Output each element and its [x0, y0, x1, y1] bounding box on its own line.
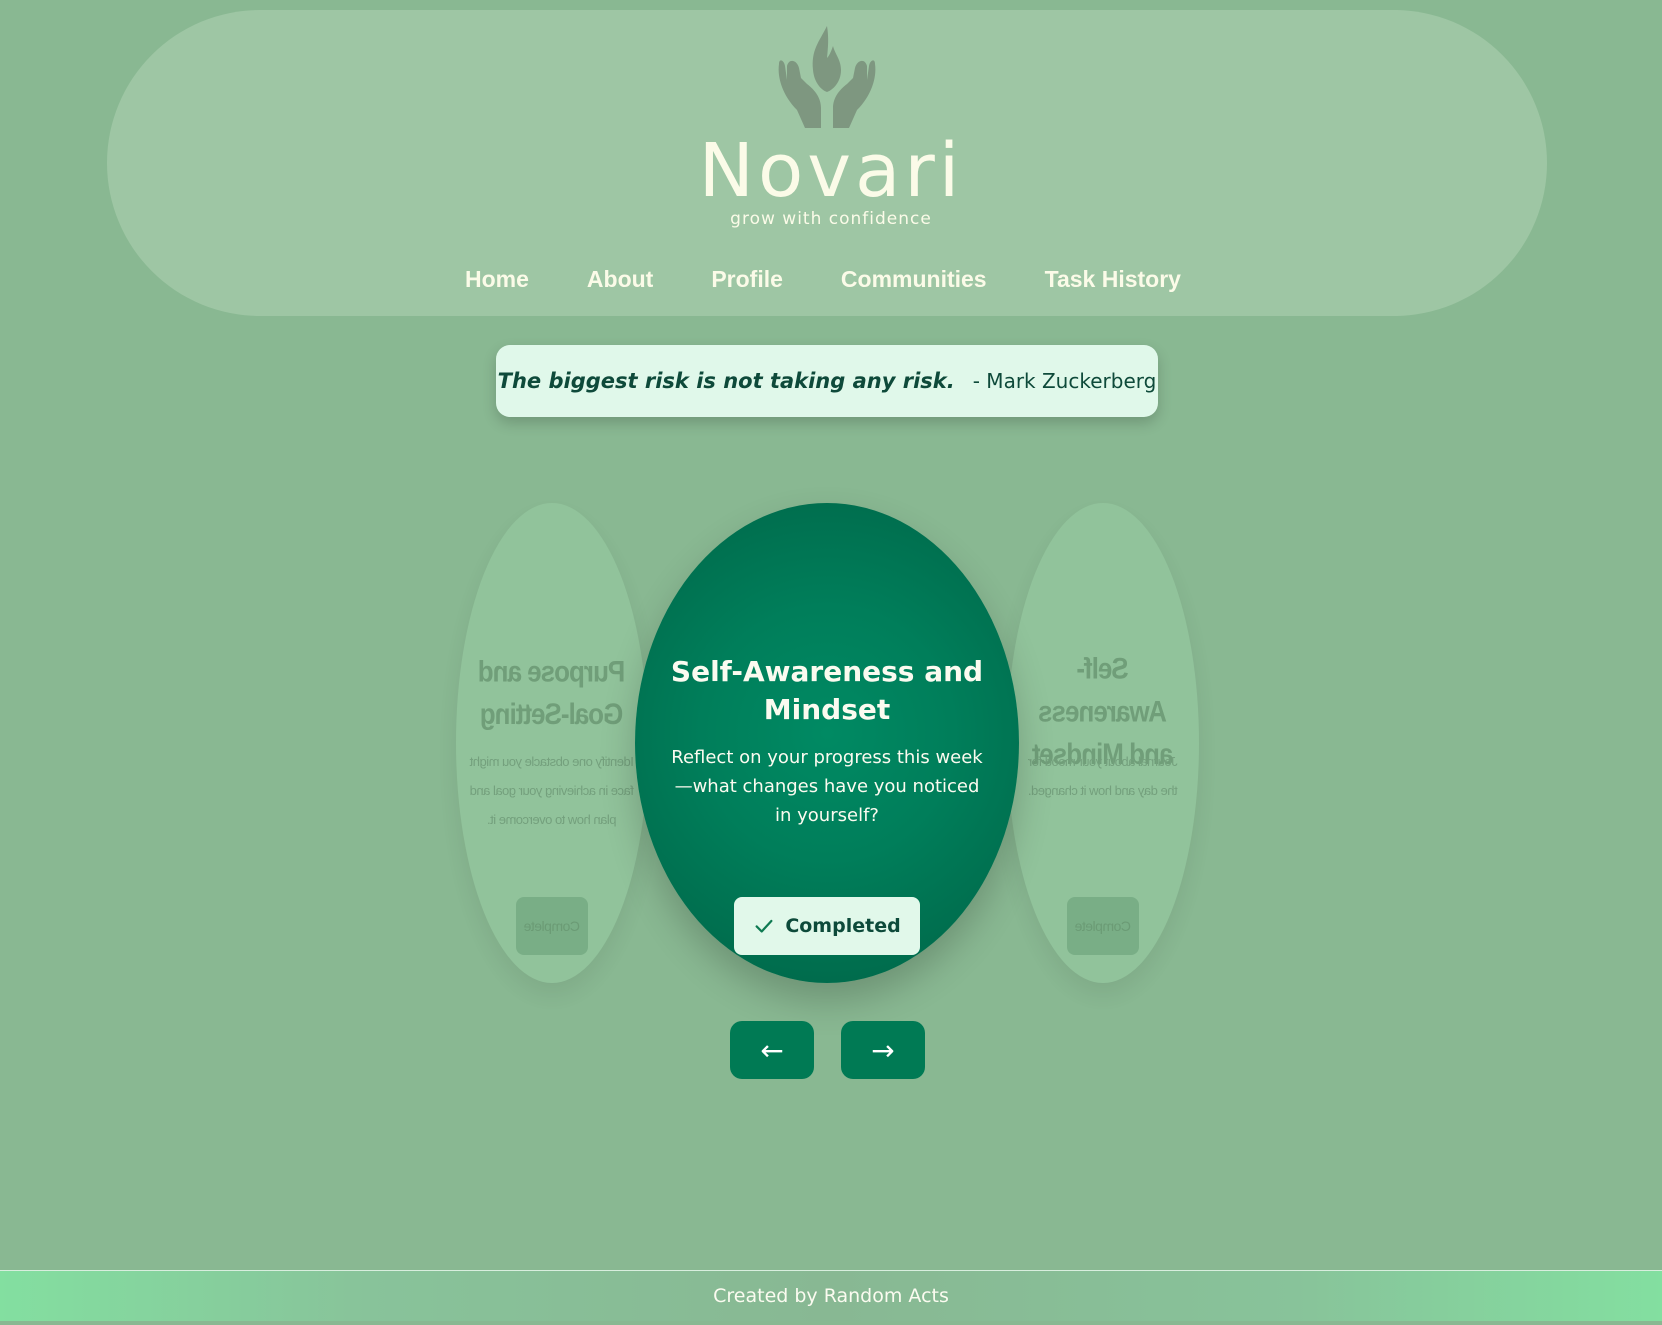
task-card-next-content: Self-Awareness and Mindset Journal about…: [1007, 503, 1199, 983]
nav-about-link[interactable]: About: [587, 262, 653, 296]
task-card-active: Self-Awareness and Mindset Reflect on yo…: [635, 503, 1019, 983]
task-card-previous[interactable]: Purpose and Goal-Setting Identify one ob…: [456, 503, 648, 983]
task-card-previous-title: Purpose and Goal-Setting: [478, 653, 626, 731]
brand-tagline: grow with confidence: [730, 209, 932, 229]
task-card-previous-description: Identify one obstacle you might face in …: [470, 754, 634, 827]
task-card-next[interactable]: Self-Awareness and Mindset Journal about…: [1007, 503, 1199, 983]
brand-name: Novari: [698, 128, 964, 214]
footer-credit: Created by Random Acts: [713, 1285, 949, 1307]
nav-communities-link[interactable]: Communities: [841, 262, 987, 296]
left-arrow-icon: ←: [760, 1033, 784, 1067]
task-card-previous-complete-button: Complete: [516, 897, 588, 955]
task-card-active-title: Self-Awareness and Mindset: [670, 655, 984, 726]
completed-button-label: Completed: [785, 915, 901, 937]
task-card-previous-content: Purpose and Goal-Setting Identify one ob…: [456, 503, 648, 983]
previous-arrow-button[interactable]: ←: [730, 1021, 814, 1079]
quote-author: - Mark Zuckerberg: [972, 369, 1157, 393]
quote-text: The biggest risk is not taking any risk.: [497, 369, 955, 393]
footer: Created by Random Acts: [0, 1270, 1662, 1321]
quote-box: The biggest risk is not taking any risk.…: [496, 345, 1158, 417]
nav-home-link[interactable]: Home: [465, 262, 529, 296]
right-arrow-icon: →: [871, 1033, 895, 1067]
hands-flame-logo-icon: [778, 26, 876, 128]
task-card-next-complete-button: Complete: [1067, 897, 1139, 955]
task-card-next-description: Journal about your mood for the day and …: [1028, 754, 1178, 798]
next-arrow-button[interactable]: →: [841, 1021, 925, 1079]
nav-profile-link[interactable]: Profile: [711, 262, 783, 296]
main-nav: Home About Profile Communities Task Hist…: [0, 262, 1654, 296]
task-card-active-description: Reflect on your progress this week—what …: [671, 747, 983, 826]
completed-button[interactable]: Completed: [734, 897, 920, 955]
nav-task-history-link[interactable]: Task History: [1045, 262, 1181, 296]
checkmark-icon: [755, 919, 773, 933]
